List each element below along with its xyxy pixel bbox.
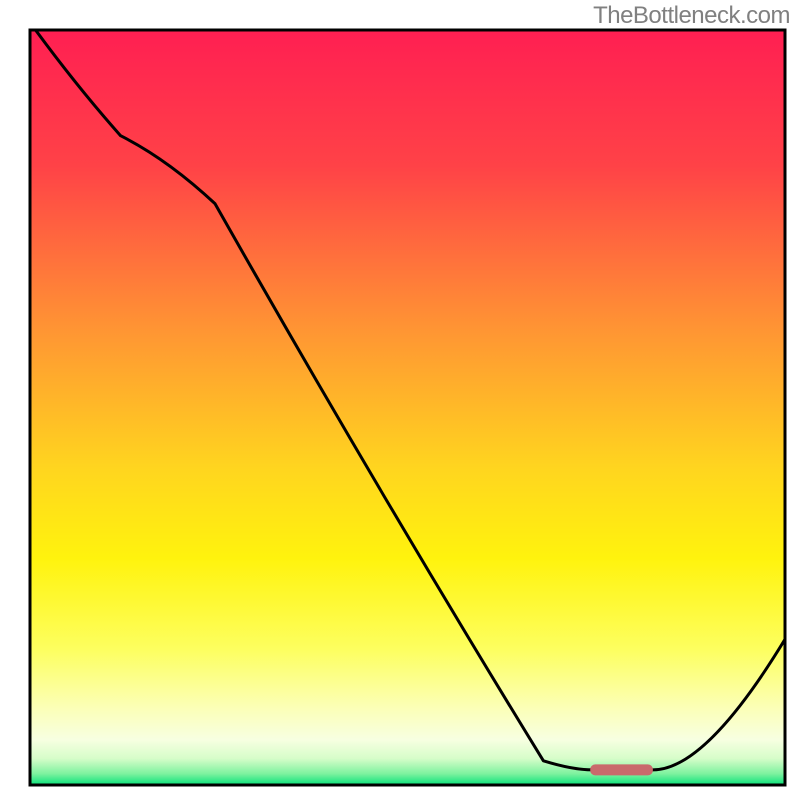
chart-container: TheBottleneck.com [0,0,800,800]
optimal-marker [590,764,653,775]
watermark-text: TheBottleneck.com [593,2,790,30]
plot-background [30,30,785,785]
bottleneck-chart [0,0,800,800]
